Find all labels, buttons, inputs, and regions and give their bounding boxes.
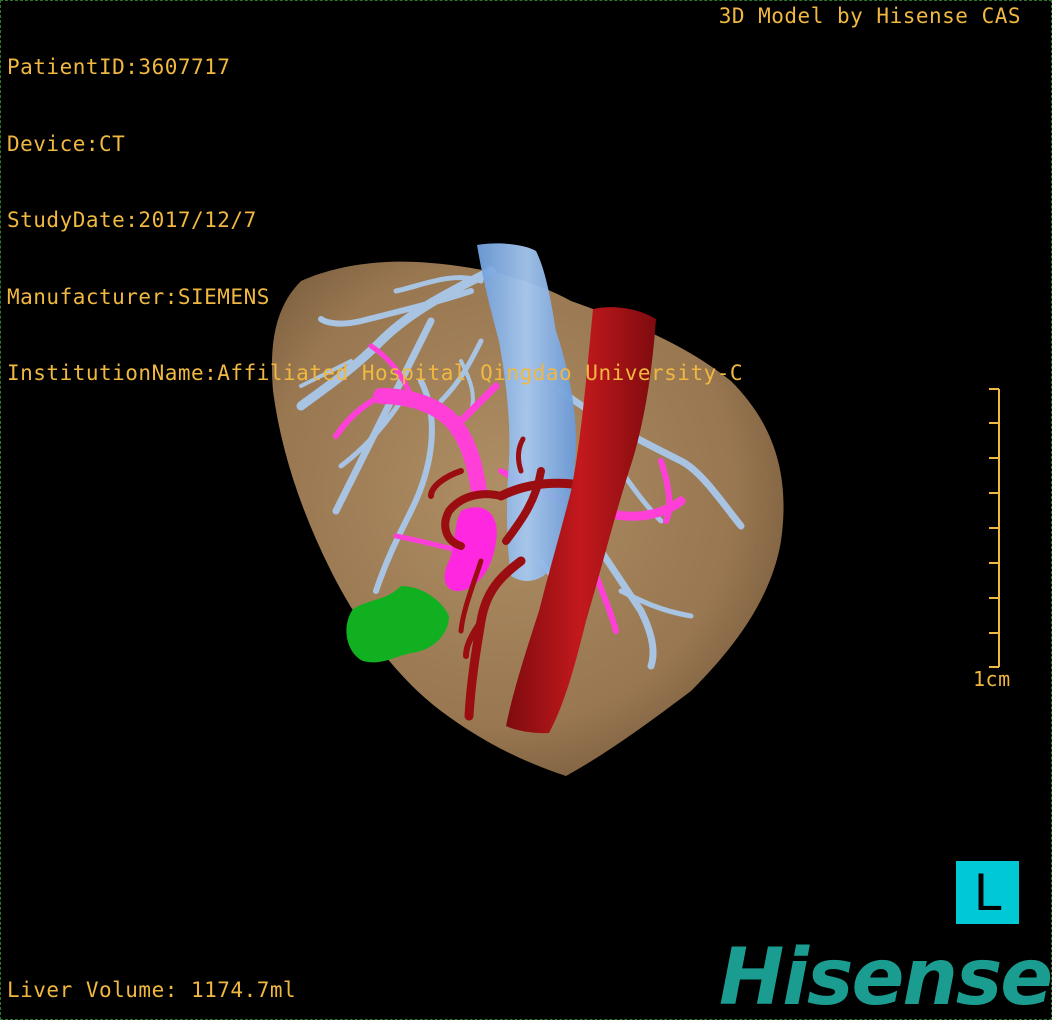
- institution-text: InstitutionName:Affiliated Hospital Qing…: [7, 361, 744, 385]
- dicom-info-overlay: PatientID:3607717 Device:CT StudyDate:20…: [7, 4, 743, 438]
- scale-bar: [989, 388, 1000, 668]
- orientation-letter: L: [973, 863, 1002, 922]
- study-date-text: StudyDate:2017/12/7: [7, 208, 257, 232]
- manufacturer-text: Manufacturer:SIEMENS: [7, 284, 270, 309]
- patient-id-text: PatientID:3607717: [7, 55, 231, 79]
- device-text: Device:CT: [7, 131, 126, 156]
- orientation-indicator: L: [956, 861, 1019, 924]
- render-viewport[interactable]: PatientID:3607717 Device:CT StudyDate:20…: [0, 0, 1052, 1020]
- liver-volume-readout: Liver Volume: 1174.7ml: [7, 978, 297, 1002]
- model-brand-title: 3D Model by Hisense CAS: [718, 4, 1021, 28]
- hisense-logo: Hisense: [719, 933, 1052, 1020]
- scale-bar-label: 1cm: [973, 667, 1011, 691]
